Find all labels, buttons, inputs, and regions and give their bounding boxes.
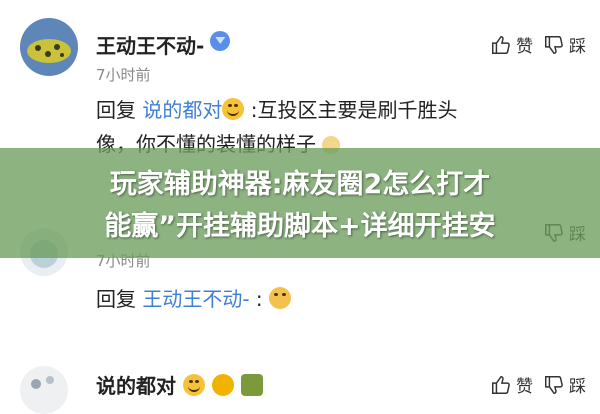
- medal-badge-icon: [240, 374, 263, 396]
- dislike-label: 踩: [569, 377, 586, 397]
- like-button[interactable]: 赞: [490, 32, 533, 57]
- timestamp: 7小时前: [96, 66, 151, 84]
- thumbs-up-icon: [492, 35, 510, 54]
- reply-text: 回复 王动王不动- :: [96, 282, 516, 316]
- overlay-banner: 玩家辅助神器:麻友圈2怎么打才 能赢”开挂辅助脚本+详细开挂安: [0, 148, 600, 258]
- mention-link[interactable]: 王动王不动-: [142, 287, 249, 311]
- thumbs-down-icon: [545, 375, 563, 394]
- reply-prefix: 回复: [96, 98, 136, 122]
- level-badge-icon: [211, 374, 234, 396]
- vip-badge-icon: [210, 31, 231, 51]
- like-button[interactable]: 赞: [490, 372, 533, 397]
- grin-emoji-icon: [222, 98, 245, 120]
- thumbs-up-icon: [492, 375, 510, 394]
- comment-item: 说的都对 赞 踩: [0, 350, 600, 414]
- reply-prefix: 回复: [96, 287, 136, 311]
- dislike-button[interactable]: 踩: [543, 372, 586, 397]
- username[interactable]: 说的都对: [96, 370, 263, 399]
- username[interactable]: 王动王不动-: [96, 30, 231, 59]
- comment-actions: 赞 踩: [490, 32, 586, 57]
- grin-emoji-icon: [182, 374, 205, 396]
- comment-item: 王动王不动- 7小时前 赞 踩 回复 说的都对 :互投区主要是刷千胜头 像，你不…: [0, 0, 600, 156]
- dislike-button[interactable]: 踩: [543, 32, 586, 57]
- like-label: 赞: [516, 37, 533, 57]
- surprised-emoji-icon: [269, 287, 292, 309]
- avatar[interactable]: [20, 18, 78, 76]
- reply-body: :互投区主要是刷千胜头: [244, 98, 458, 122]
- banner-line-2: 能赢”开挂辅助脚本+详细开挂安: [104, 211, 496, 242]
- comment-actions: 赞 踩: [490, 372, 586, 397]
- dislike-label: 踩: [569, 37, 586, 57]
- mention-link[interactable]: 说的都对: [142, 98, 222, 122]
- thumbs-down-icon: [545, 35, 563, 54]
- banner-line-1: 玩家辅助神器:麻友圈2怎么打才: [109, 169, 491, 200]
- reply-body: :: [249, 287, 263, 311]
- avatar[interactable]: [20, 366, 68, 414]
- like-label: 赞: [516, 377, 533, 397]
